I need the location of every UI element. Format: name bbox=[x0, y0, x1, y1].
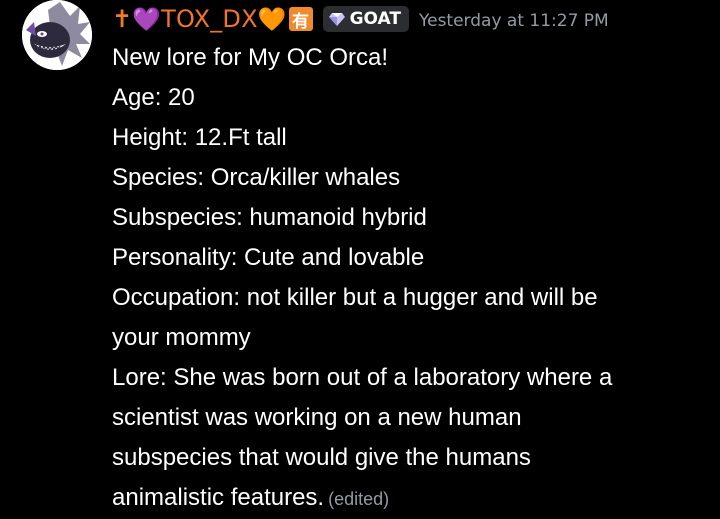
avatar-image bbox=[22, 0, 92, 70]
message-line: subspecies that would give the humans bbox=[112, 444, 531, 471]
message-line: Subspecies: humanoid hybrid bbox=[112, 204, 427, 231]
username-text: TOX_DX bbox=[161, 5, 258, 33]
message-timestamp[interactable]: Yesterday at 11:27 PM bbox=[419, 8, 609, 31]
message-line: your mommy bbox=[112, 324, 251, 351]
message-line: scientist was working on a new human bbox=[112, 404, 522, 431]
purple-heart-icon: 💜 bbox=[132, 6, 162, 33]
message-content: New lore for My OC Orca! Age: 20 Height:… bbox=[112, 38, 692, 519]
edited-label: (edited) bbox=[328, 489, 390, 509]
orange-heart-icon: 🧡 bbox=[257, 6, 287, 33]
message-line-text: animalistic features. bbox=[112, 484, 325, 511]
message-line: Age: 20 bbox=[112, 84, 195, 111]
message-line: Lore: She was born out of a laboratory w… bbox=[112, 364, 613, 391]
message-line: Occupation: not killer but a hugger and … bbox=[112, 284, 598, 311]
server-tag-label: GOAT bbox=[349, 9, 401, 29]
chat-message: ✝ 💜 TOX_DX 🧡 有 GOAT Yesterday at 11:27 P… bbox=[0, 0, 720, 519]
message-line: Height: 12.Ft tall bbox=[112, 124, 287, 151]
message-header: ✝ 💜 TOX_DX 🧡 有 GOAT Yesterday at 11:27 P… bbox=[112, 2, 609, 36]
message-line: Species: Orca/killer whales bbox=[112, 164, 401, 191]
cross-symbol: ✝ bbox=[112, 5, 133, 33]
server-tag[interactable]: GOAT bbox=[322, 6, 409, 32]
gem-icon bbox=[328, 12, 345, 26]
message-line-last: animalistic features. (edited) bbox=[112, 478, 692, 519]
message-line: New lore for My OC Orca! bbox=[112, 44, 389, 71]
user-avatar[interactable] bbox=[22, 0, 92, 70]
message-line: Personality: Cute and lovable bbox=[112, 244, 425, 271]
username[interactable]: ✝ 💜 TOX_DX 🧡 有 bbox=[112, 5, 313, 33]
kanji-badge: 有 bbox=[288, 7, 313, 32]
